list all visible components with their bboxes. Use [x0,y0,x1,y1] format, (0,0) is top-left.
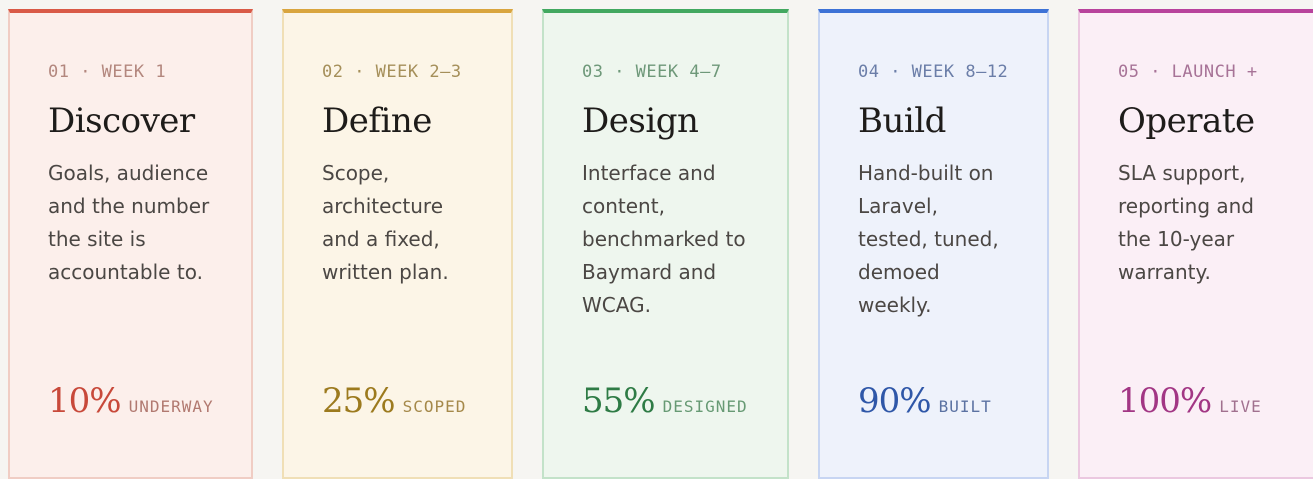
phase-stat: 25% SCOPED [322,381,466,421]
phase-description: SLA support, reporting and the 10-year w… [1118,161,1254,284]
phase-percent: 90% [858,381,932,421]
phase-eyebrow: 02 · WEEK 2–3 [322,62,462,82]
phase-card-operate: 05 · LAUNCH + Operate SLA support, repor… [1078,9,1313,479]
phase-eyebrow: 01 · WEEK 1 [48,62,167,82]
phase-title: Discover [48,101,195,141]
phase-description: Hand-built on Laravel, tested, tuned, de… [858,161,999,317]
phase-description: Goals, audience and the number the site … [48,161,210,284]
phase-title: Build [858,101,946,141]
phase-eyebrow: 05 · LAUNCH + [1118,62,1258,82]
phase-status: UNDERWAY [128,397,214,416]
phase-title: Design [582,101,699,141]
phase-card-design: 03 · WEEK 4–7 Design Interface and conte… [542,9,789,479]
phase-stat: 100% LIVE [1118,381,1262,421]
phase-card-build: 04 · WEEK 8–12 Build Hand-built on Larav… [818,9,1049,479]
phase-status: SCOPED [402,397,467,416]
phase-title: Define [322,101,432,141]
phase-eyebrow: 04 · WEEK 8–12 [858,62,1009,82]
phase-percent: 55% [582,381,656,421]
phase-status: BUILT [938,397,992,416]
phase-stat: 55% DESIGNED [582,381,748,421]
phase-status: DESIGNED [662,397,748,416]
phase-eyebrow: 03 · WEEK 4–7 [582,62,722,82]
phase-percent: 100% [1118,381,1212,421]
phase-description: Scope, architecture and a fixed, written… [322,161,449,284]
phase-title: Operate [1118,101,1255,141]
phase-card-define: 02 · WEEK 2–3 Define Scope, architecture… [282,9,513,479]
phase-description: Interface and content, benchmarked to Ba… [582,161,746,317]
phase-percent: 10% [48,381,122,421]
phase-percent: 25% [322,381,396,421]
phase-card-discover: 01 · WEEK 1 Discover Goals, audience and… [8,9,253,479]
phase-stat: 90% BUILT [858,381,992,421]
phase-status: LIVE [1219,397,1262,416]
phase-stat: 10% UNDERWAY [48,381,214,421]
